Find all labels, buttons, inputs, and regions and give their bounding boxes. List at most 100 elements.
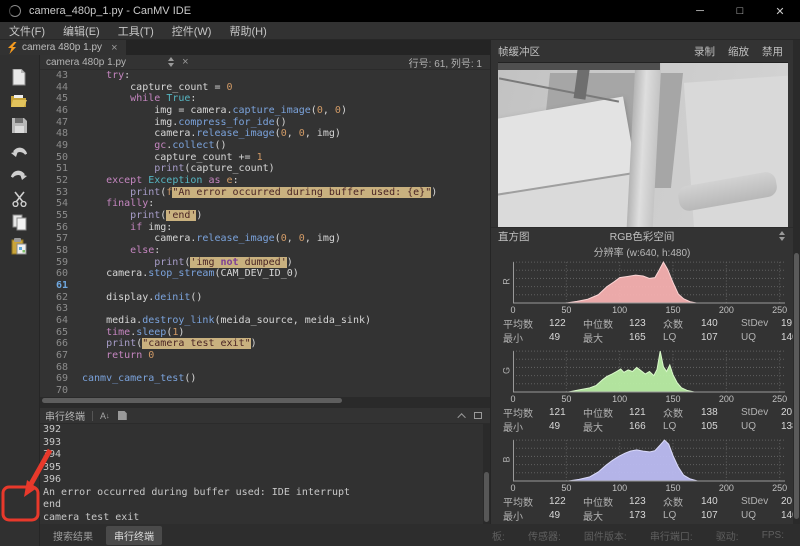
- right-panel-scrollbar[interactable]: [793, 40, 800, 524]
- paste-button[interactable]: [8, 236, 30, 256]
- code-line[interactable]: 61: [40, 280, 490, 292]
- code-line[interactable]: 57 camera.release_image(0, 0, img): [40, 233, 490, 245]
- maximize-button[interactable]: □: [720, 0, 760, 22]
- code-line[interactable]: 69canmv_camera_test(): [40, 373, 490, 385]
- code-line[interactable]: 54 finally:: [40, 198, 490, 210]
- terminal-line: 393: [43, 437, 483, 450]
- popout-panel-icon[interactable]: [474, 412, 482, 419]
- code-editor[interactable]: 43 try:44 capture_count = 045 while True…: [40, 70, 490, 397]
- menu-item[interactable]: 帮助(H): [220, 22, 275, 40]
- code-line[interactable]: 56 if img:: [40, 222, 490, 234]
- x-tick-label: 0: [510, 483, 515, 493]
- code-line[interactable]: 49 gc.collect(): [40, 140, 490, 152]
- x-tick-label: 100: [612, 483, 627, 493]
- minimize-button[interactable]: ─: [680, 0, 720, 22]
- terminal-line: 392: [43, 424, 483, 437]
- cut-button[interactable]: [8, 189, 30, 209]
- code-line[interactable]: 43 try:: [40, 70, 490, 82]
- file-switch-updown-icon[interactable]: [168, 57, 174, 67]
- serial-terminal-output[interactable]: 392393394395396An error occurred during …: [40, 424, 483, 524]
- open-file-button[interactable]: [8, 91, 30, 111]
- code-line[interactable]: 65 time.sleep(1): [40, 327, 490, 339]
- terminal-scrollbar[interactable]: [483, 424, 490, 524]
- code-line[interactable]: 60 camera.stop_stream(CAM_DEV_ID_0): [40, 268, 490, 280]
- stat-label: 最大: [583, 419, 629, 434]
- code-line[interactable]: 53 print(f"An error occurred during buff…: [40, 187, 490, 199]
- frame-buffer-button[interactable]: 缩放: [728, 44, 749, 59]
- scrollbar-thumb[interactable]: [484, 472, 489, 522]
- code-line[interactable]: 50 capture_count += 1: [40, 152, 490, 164]
- stat-label: LQ: [663, 421, 701, 432]
- close-button[interactable]: ✕: [760, 0, 800, 22]
- right-panel: 帧缓冲区 录制缩放禁用 直方图 RGB色彩空间 分辨率 (w:640, h:48…: [490, 40, 793, 524]
- code-line[interactable]: 44 capture_count = 0: [40, 82, 490, 94]
- scrollbar-thumb[interactable]: [794, 253, 799, 519]
- code-text: img.compress_for_ide(): [82, 117, 287, 129]
- menu-item[interactable]: 文件(F): [0, 22, 54, 40]
- font-size-icon[interactable]: A↓: [100, 411, 110, 421]
- copy-button[interactable]: [8, 212, 30, 232]
- open-folder-icon: [10, 94, 28, 108]
- code-line[interactable]: 70: [40, 385, 490, 397]
- title-bar[interactable]: camera_480p_1.py - CanMV IDE ─ □ ✕: [0, 0, 800, 22]
- document-close-icon[interactable]: ×: [182, 56, 188, 68]
- menu-item[interactable]: 工具(T): [109, 22, 163, 40]
- bottom-tab-inactive[interactable]: 搜索结果: [45, 526, 101, 545]
- code-line[interactable]: 51 print(capture_count): [40, 163, 490, 175]
- code-line[interactable]: 55 print('end'): [40, 210, 490, 222]
- code-line[interactable]: 67 return 0: [40, 350, 490, 362]
- line-number: 54: [40, 198, 68, 210]
- divider: [92, 411, 93, 421]
- menu-item[interactable]: 控件(W): [163, 22, 221, 40]
- stat-label: StDev: [741, 318, 781, 329]
- frame-buffer-button[interactable]: 录制: [694, 44, 715, 59]
- app-logo-icon: [9, 5, 21, 17]
- stat-value: 173: [629, 510, 663, 521]
- histogram-stats-row: 平均数122中位数123众数140StDev20: [491, 494, 793, 508]
- editor-horizontal-scrollbar[interactable]: [40, 397, 490, 404]
- histogram-container: R 050100150200250 平均数122中位数123众数140StDev…: [491, 257, 793, 524]
- code-line[interactable]: 46 img = camera.capture_image(0, 0): [40, 105, 490, 117]
- line-number: 43: [40, 70, 68, 82]
- stat-label: 最大: [583, 330, 629, 345]
- code-line[interactable]: 52 except Exception as e:: [40, 175, 490, 187]
- x-tick-label: 200: [719, 483, 734, 493]
- code-text: camera.release_image(0, 0, img): [82, 233, 341, 245]
- code-line[interactable]: 64 media.destroy_link(meida_source, meid…: [40, 315, 490, 327]
- file-tab[interactable]: camera 480p 1.py ×: [0, 40, 126, 55]
- code-line[interactable]: 63: [40, 303, 490, 315]
- save-log-icon[interactable]: [118, 411, 127, 420]
- line-number: 67: [40, 350, 68, 362]
- scrollbar-thumb[interactable]: [42, 398, 342, 403]
- stat-label: UQ: [741, 421, 781, 432]
- code-line[interactable]: 45 while True:: [40, 93, 490, 105]
- collapse-panel-icon[interactable]: [457, 413, 465, 421]
- line-number: 46: [40, 105, 68, 117]
- tab-close-icon[interactable]: ×: [111, 42, 117, 54]
- menu-bar: 文件(F)编辑(E)工具(T)控件(W)帮助(H): [0, 22, 800, 40]
- undo-button[interactable]: [8, 143, 30, 163]
- code-line[interactable]: 58 else:: [40, 245, 490, 257]
- code-line[interactable]: 48 camera.release_image(0, 0, img): [40, 128, 490, 140]
- line-number: 47: [40, 117, 68, 129]
- histogram-x-axis: 050100150200250: [513, 394, 793, 405]
- new-file-button[interactable]: [8, 67, 30, 87]
- redo-button[interactable]: [8, 166, 30, 186]
- code-line[interactable]: 66 print("camera test exit"): [40, 338, 490, 350]
- bottom-tab-active[interactable]: 串行终端: [106, 526, 162, 545]
- dropdown-updown-icon[interactable]: [779, 231, 785, 241]
- code-line[interactable]: 47 img.compress_for_ide(): [40, 117, 490, 129]
- menu-item[interactable]: 编辑(E): [54, 22, 109, 40]
- x-tick-label: 0: [510, 305, 515, 315]
- code-line[interactable]: 62 display.deinit(): [40, 292, 490, 304]
- stat-value: 107: [701, 510, 741, 521]
- code-line[interactable]: 68: [40, 362, 490, 374]
- save-file-button[interactable]: [8, 115, 30, 135]
- canmv-ide-window: camera_480p_1.py - CanMV IDE ─ □ ✕ 文件(F)…: [0, 0, 800, 546]
- frame-buffer-button[interactable]: 禁用: [762, 44, 783, 59]
- code-line[interactable]: 59 print('img not dumped'): [40, 257, 490, 269]
- code-text: camera.stop_stream(CAM_DEV_ID_0): [82, 268, 299, 280]
- color-space-dropdown[interactable]: RGB色彩空间: [610, 229, 675, 244]
- editor-tab-bar: camera 480p 1.py ×: [0, 40, 490, 55]
- stat-value: 49: [549, 510, 583, 521]
